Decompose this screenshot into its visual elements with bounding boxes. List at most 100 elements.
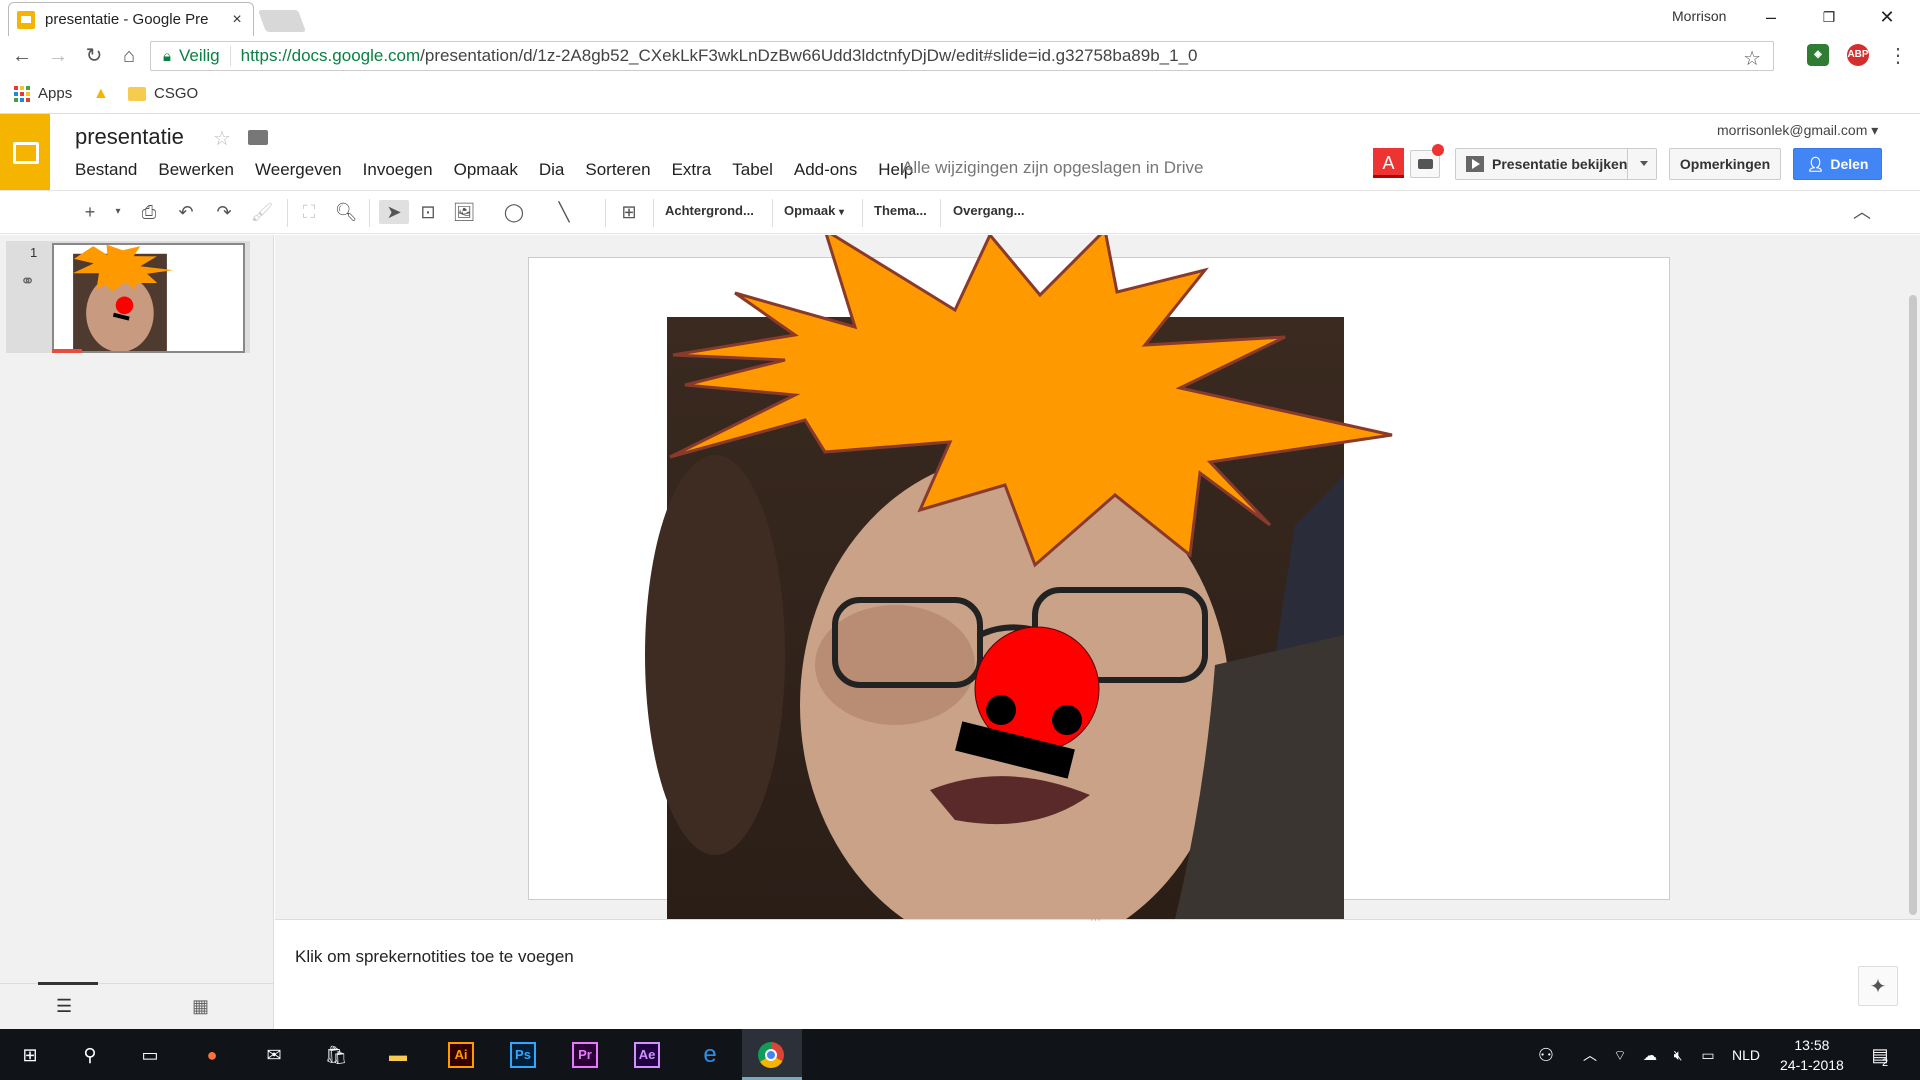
- right-eye-dot[interactable]: [1052, 705, 1082, 735]
- line-icon[interactable]: ╲: [552, 200, 576, 224]
- illustrator-icon[interactable]: Ai: [448, 1042, 474, 1068]
- menu-weergeven[interactable]: Weergeven: [255, 160, 342, 180]
- browser-tab[interactable]: presentatie - Google Pre ×: [8, 2, 254, 36]
- edge-icon[interactable]: e: [696, 1041, 724, 1069]
- show-hidden-icons[interactable]: ︿: [1576, 1041, 1604, 1069]
- bookmark-drive[interactable]: ▲: [93, 85, 109, 103]
- document-title[interactable]: presentatie: [75, 124, 184, 150]
- zoom-icon[interactable]: 🔍︎: [334, 200, 358, 224]
- task-view-icon[interactable]: ▭: [136, 1041, 164, 1069]
- paint-format-icon[interactable]: 🖌︎: [250, 200, 274, 224]
- person-icon: 👤︎: [1806, 155, 1825, 172]
- action-center-icon[interactable]: ▤: [1866, 1041, 1894, 1069]
- chevron-down-icon[interactable]: ▾: [106, 200, 130, 224]
- firefox-icon[interactable]: ●: [198, 1041, 226, 1069]
- home-icon[interactable]: ⌂: [117, 44, 141, 68]
- chevron-down-icon: ▾: [1871, 122, 1879, 138]
- back-icon[interactable]: ←: [10, 44, 34, 68]
- minimize-icon[interactable]: –: [1748, 4, 1794, 30]
- clock-time: 13:58: [1794, 1037, 1830, 1053]
- undo-icon[interactable]: ↶: [174, 200, 198, 224]
- forward-icon[interactable]: →: [46, 44, 70, 68]
- menu-tabel[interactable]: Tabel: [732, 160, 773, 180]
- network-icon[interactable]: ⌔: [1606, 1041, 1634, 1069]
- background-button[interactable]: Achtergrond...: [665, 203, 754, 218]
- theme-button[interactable]: Thema...: [874, 203, 927, 218]
- new-tab-button[interactable]: [257, 10, 307, 32]
- windows-start-icon[interactable]: ⊞: [16, 1041, 44, 1069]
- slides-header: presentatie ☆ Bestand Bewerken Weergeven…: [0, 114, 1920, 190]
- restore-icon[interactable]: ❐: [1806, 4, 1852, 30]
- bookmark-star-icon[interactable]: ☆: [1743, 46, 1761, 71]
- photoshop-icon[interactable]: Ps: [510, 1042, 536, 1068]
- move-to-folder-icon[interactable]: [248, 130, 268, 145]
- extension-shield-icon[interactable]: ◈: [1807, 44, 1829, 66]
- url-text[interactable]: https://docs.google.com/presentation/d/1…: [241, 46, 1198, 66]
- select-cursor-icon[interactable]: ➤: [379, 200, 409, 224]
- adblock-icon[interactable]: ABP: [1847, 44, 1869, 66]
- present-button[interactable]: Presentatie bekijken: [1455, 148, 1657, 180]
- menu-add-ons[interactable]: Add-ons: [794, 160, 857, 180]
- menu-bestand[interactable]: Bestand: [75, 160, 137, 180]
- file-explorer-icon[interactable]: ▬: [384, 1041, 412, 1069]
- comments-button[interactable]: Opmerkingen: [1669, 148, 1781, 180]
- chrome-menu-icon[interactable]: ⋮: [1886, 44, 1910, 68]
- bookmark-csgo[interactable]: CSGO: [128, 85, 198, 102]
- fit-zoom-icon[interactable]: ⛶: [297, 200, 321, 224]
- slide-thumbnail[interactable]: [52, 243, 245, 353]
- redo-icon[interactable]: ↷: [212, 200, 236, 224]
- chevron-down-icon[interactable]: [1640, 161, 1648, 166]
- image-icon[interactable]: 🖼︎: [452, 200, 476, 224]
- slides-logo-icon[interactable]: [0, 114, 50, 190]
- format-options-button[interactable]: Opmaak ▾: [784, 203, 844, 218]
- search-icon[interactable]: ⚲: [76, 1041, 104, 1069]
- notes-placeholder[interactable]: Klik om sprekernotities toe te voegen: [295, 947, 574, 967]
- grid-view-icon[interactable]: ▦: [192, 996, 209, 1017]
- menu-dia[interactable]: Dia: [539, 160, 565, 180]
- close-window-icon[interactable]: ✕: [1864, 4, 1910, 30]
- explore-icon[interactable]: ✦: [1858, 966, 1898, 1006]
- battery-icon[interactable]: ▭: [1694, 1041, 1722, 1069]
- people-icon[interactable]: ⚇: [1532, 1041, 1560, 1069]
- menu-bewerken[interactable]: Bewerken: [158, 160, 234, 180]
- tab-close-icon[interactable]: ×: [229, 11, 245, 29]
- omnibox[interactable]: 🔒︎ Veilig https://docs.google.com/presen…: [150, 41, 1774, 71]
- reload-icon[interactable]: ↻: [82, 44, 106, 68]
- cloud-icon[interactable]: ☁: [1636, 1041, 1664, 1069]
- addon-a-button[interactable]: A: [1373, 148, 1404, 178]
- transition-button[interactable]: Overgang...: [953, 203, 1025, 218]
- collapse-toolbar-icon[interactable]: ︿: [1850, 200, 1874, 224]
- bookmark-apps[interactable]: Apps: [14, 85, 72, 102]
- store-icon[interactable]: 🛍︎: [322, 1041, 350, 1069]
- shape-icon[interactable]: ◯: [502, 200, 526, 224]
- share-button[interactable]: 👤︎ Delen: [1793, 148, 1882, 180]
- menu-sorteren[interactable]: Sorteren: [585, 160, 650, 180]
- textbox-icon[interactable]: ⊡: [416, 200, 440, 224]
- volume-muted-icon[interactable]: 🔇︎: [1664, 1041, 1692, 1069]
- menu-invoegen[interactable]: Invoegen: [363, 160, 433, 180]
- canvas-scrollbar[interactable]: [1906, 235, 1920, 919]
- menu-extra[interactable]: Extra: [672, 160, 712, 180]
- print-icon[interactable]: ⎙: [137, 200, 161, 224]
- mail-icon[interactable]: ✉: [260, 1041, 288, 1069]
- speaker-notes[interactable]: ··· Klik om sprekernotities toe te voege…: [275, 914, 1920, 1029]
- add-comment-icon[interactable]: ⊞: [617, 200, 641, 224]
- menu-opmaak[interactable]: Opmaak: [454, 160, 518, 180]
- menu-bar: Bestand Bewerken Weergeven Invoegen Opma…: [75, 160, 934, 180]
- notification-count: 2: [1882, 1057, 1889, 1069]
- share-label: Delen: [1830, 156, 1869, 172]
- left-eye-dot[interactable]: [986, 695, 1016, 725]
- language-indicator[interactable]: NLD: [1732, 1047, 1760, 1063]
- save-status[interactable]: Alle wijzigingen zijn opgeslagen in Driv…: [902, 158, 1203, 178]
- after-effects-icon[interactable]: Ae: [634, 1042, 660, 1068]
- new-slide-icon[interactable]: +: [78, 200, 102, 224]
- system-clock[interactable]: 13:58 24-1-2018: [1780, 1035, 1844, 1075]
- url-path: /presentation/d/1z-2A8gb52_CXekLkF3wkLnD…: [420, 46, 1198, 65]
- notes-resize-handle[interactable]: ···: [1090, 914, 1101, 926]
- account-email[interactable]: morrisonlek@gmail.com ▾: [1717, 122, 1878, 139]
- premiere-icon[interactable]: Pr: [572, 1042, 598, 1068]
- star-document-icon[interactable]: ☆: [213, 126, 231, 151]
- filmstrip-view-icon[interactable]: ☰: [56, 996, 72, 1017]
- scrollbar-thumb[interactable]: [1909, 295, 1917, 915]
- window-profile-name[interactable]: Morrison: [1672, 8, 1726, 24]
